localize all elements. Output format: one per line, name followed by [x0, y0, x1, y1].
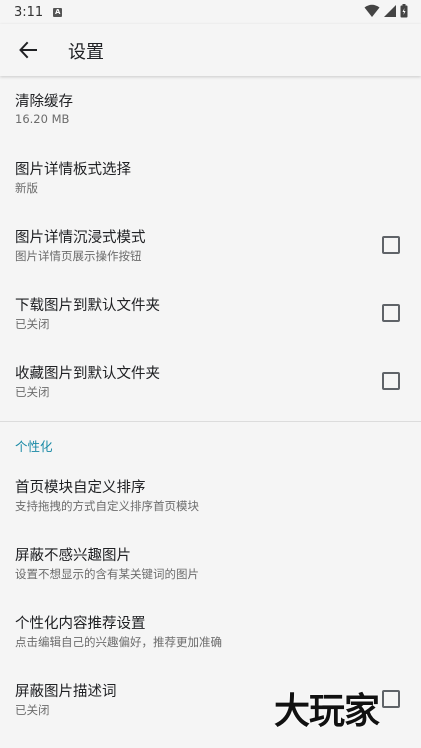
pref-title: 屏蔽图片描述词 — [15, 684, 117, 700]
pref-summary: 设置不想显示的含有某关键词的图片 — [15, 567, 199, 581]
pref-detail-layout[interactable]: 图片详情板式选择 新版 — [0, 144, 421, 212]
pref-title: 清除缓存 — [15, 94, 73, 110]
pref-summary: 已关闭 — [15, 703, 50, 717]
notification-icon: A — [53, 7, 63, 17]
pref-summary: 已关闭 — [15, 385, 50, 399]
app-bar: 设置 — [0, 24, 421, 76]
category-title: 个性化 — [15, 439, 53, 454]
pref-title: 首页模块自定义排序 — [15, 480, 146, 496]
arrow-left-icon — [19, 41, 37, 59]
status-bar: 3:11 A — [0, 0, 421, 24]
settings-screen: 3:11 A 设置 清除缓存 16.20 MB 图片详情板式选择 新版 图片详情… — [0, 0, 421, 748]
pref-title: 图片详情板式选择 — [15, 162, 131, 178]
status-time: 3:11 — [14, 4, 44, 20]
pref-title: 图片详情沉浸式模式 — [15, 230, 146, 246]
pref-summary: 支持拖拽的方式自定义排序首页模块 — [15, 499, 199, 513]
status-icons — [364, 4, 408, 18]
watermark-logo: 大玩家 — [274, 691, 380, 732]
pref-recommendation-settings[interactable]: 个性化内容推荐设置 点击编辑自己的兴趣偏好，推荐更加准确 — [0, 598, 421, 666]
settings-list: 清除缓存 16.20 MB 图片详情板式选择 新版 图片详情沉浸式模式 图片详情… — [0, 76, 421, 748]
category-personalization: 个性化 — [0, 422, 421, 462]
pref-block-images[interactable]: 屏蔽不感兴趣图片 设置不想显示的含有某关键词的图片 — [0, 530, 421, 598]
pref-summary: 已关闭 — [15, 317, 50, 331]
signal-icon — [384, 5, 396, 17]
pref-summary: 图片详情页展示操作按钮 — [15, 249, 142, 263]
block-description-words-checkbox[interactable] — [382, 690, 400, 708]
favorite-default-folder-checkbox[interactable] — [382, 372, 400, 390]
back-button[interactable] — [10, 32, 46, 68]
pref-title: 个性化内容推荐设置 — [15, 616, 146, 632]
download-default-folder-checkbox[interactable] — [382, 304, 400, 322]
page-title: 设置 — [68, 42, 104, 63]
pref-title: 屏蔽不感兴趣图片 — [15, 548, 131, 564]
wifi-icon — [364, 4, 380, 17]
pref-clear-cache[interactable]: 清除缓存 16.20 MB — [0, 76, 421, 144]
pref-title: 收藏图片到默认文件夹 — [15, 366, 160, 382]
immersive-mode-checkbox[interactable] — [382, 236, 400, 254]
pref-title: 下载图片到默认文件夹 — [15, 298, 160, 314]
pref-download-default-folder[interactable]: 下载图片到默认文件夹 已关闭 — [0, 280, 421, 348]
pref-summary: 16.20 MB — [15, 112, 70, 126]
battery-icon — [400, 4, 408, 18]
pref-summary: 点击编辑自己的兴趣偏好，推荐更加准确 — [15, 635, 222, 649]
pref-immersive-mode[interactable]: 图片详情沉浸式模式 图片详情页展示操作按钮 — [0, 212, 421, 280]
pref-home-module-sort[interactable]: 首页模块自定义排序 支持拖拽的方式自定义排序首页模块 — [0, 462, 421, 530]
pref-summary: 新版 — [15, 181, 38, 195]
pref-favorite-default-folder[interactable]: 收藏图片到默认文件夹 已关闭 — [0, 348, 421, 416]
